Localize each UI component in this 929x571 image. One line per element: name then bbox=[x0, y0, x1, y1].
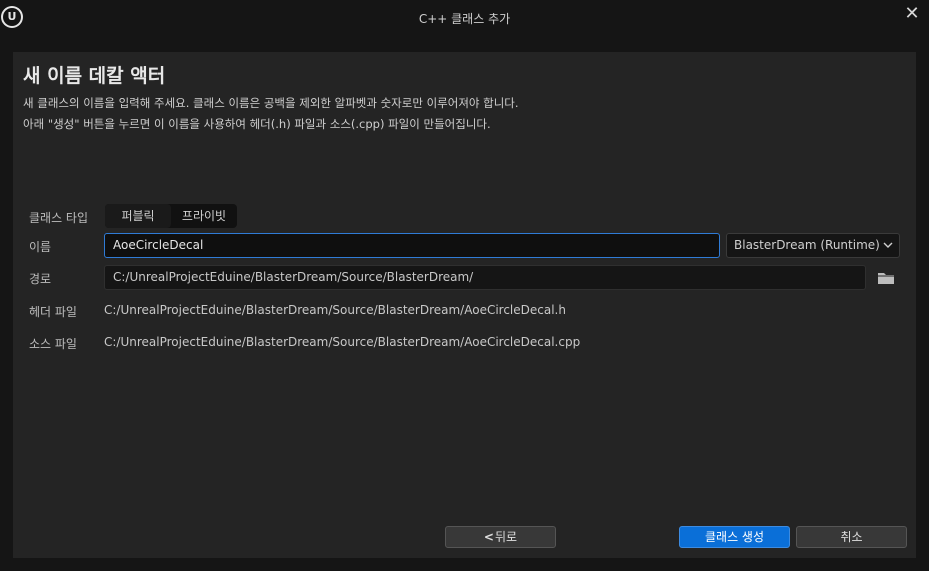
page-title: 새 이름 데칼 액터 bbox=[23, 65, 166, 87]
header-file-label: 헤더 파일 bbox=[29, 305, 77, 319]
create-class-button[interactable]: 클래스 생성 bbox=[679, 526, 790, 548]
description-line-1: 새 클래스의 이름을 입력해 주세요. 클래스 이름은 공백을 제외한 알파벳과… bbox=[23, 96, 519, 110]
chevron-down-icon bbox=[883, 242, 893, 248]
header-file-path: C:/UnrealProjectEduine/BlasterDream/Sour… bbox=[104, 303, 566, 317]
name-label: 이름 bbox=[29, 240, 52, 254]
class-type-toggle: 퍼블릭 프라이빗 bbox=[105, 204, 237, 228]
cancel-button[interactable]: 취소 bbox=[796, 526, 907, 548]
back-button[interactable]: <뒤로 bbox=[445, 526, 556, 548]
folder-icon[interactable] bbox=[877, 270, 895, 286]
path-label: 경로 bbox=[29, 272, 52, 286]
title-bar: U C++ 클래스 추가 ✕ bbox=[0, 0, 929, 36]
module-dropdown-value: BlasterDream (Runtime) bbox=[734, 238, 880, 252]
module-dropdown[interactable]: BlasterDream (Runtime) bbox=[726, 233, 900, 258]
class-type-label: 클래스 타입 bbox=[29, 211, 89, 225]
description-line-2: 아래 "생성" 버튼을 누르면 이 이름을 사용하여 헤더(.h) 파일과 소스… bbox=[23, 117, 491, 131]
class-name-input[interactable]: AoeCircleDecal bbox=[104, 233, 720, 258]
path-input[interactable]: C:/UnrealProjectEduine/BlasterDream/Sour… bbox=[104, 265, 866, 290]
chevron-left-icon: < bbox=[483, 530, 494, 544]
class-type-private-option[interactable]: 프라이빗 bbox=[171, 204, 237, 228]
class-type-public-option[interactable]: 퍼블릭 bbox=[105, 204, 171, 228]
dialog-panel: 새 이름 데칼 액터 새 클래스의 이름을 입력해 주세요. 클래스 이름은 공… bbox=[13, 52, 916, 558]
window-title: C++ 클래스 추가 bbox=[418, 12, 511, 26]
source-file-label: 소스 파일 bbox=[29, 337, 77, 351]
back-button-label: 뒤로 bbox=[494, 530, 518, 544]
source-file-path: C:/UnrealProjectEduine/BlasterDream/Sour… bbox=[104, 335, 581, 349]
close-icon[interactable]: ✕ bbox=[901, 4, 923, 26]
